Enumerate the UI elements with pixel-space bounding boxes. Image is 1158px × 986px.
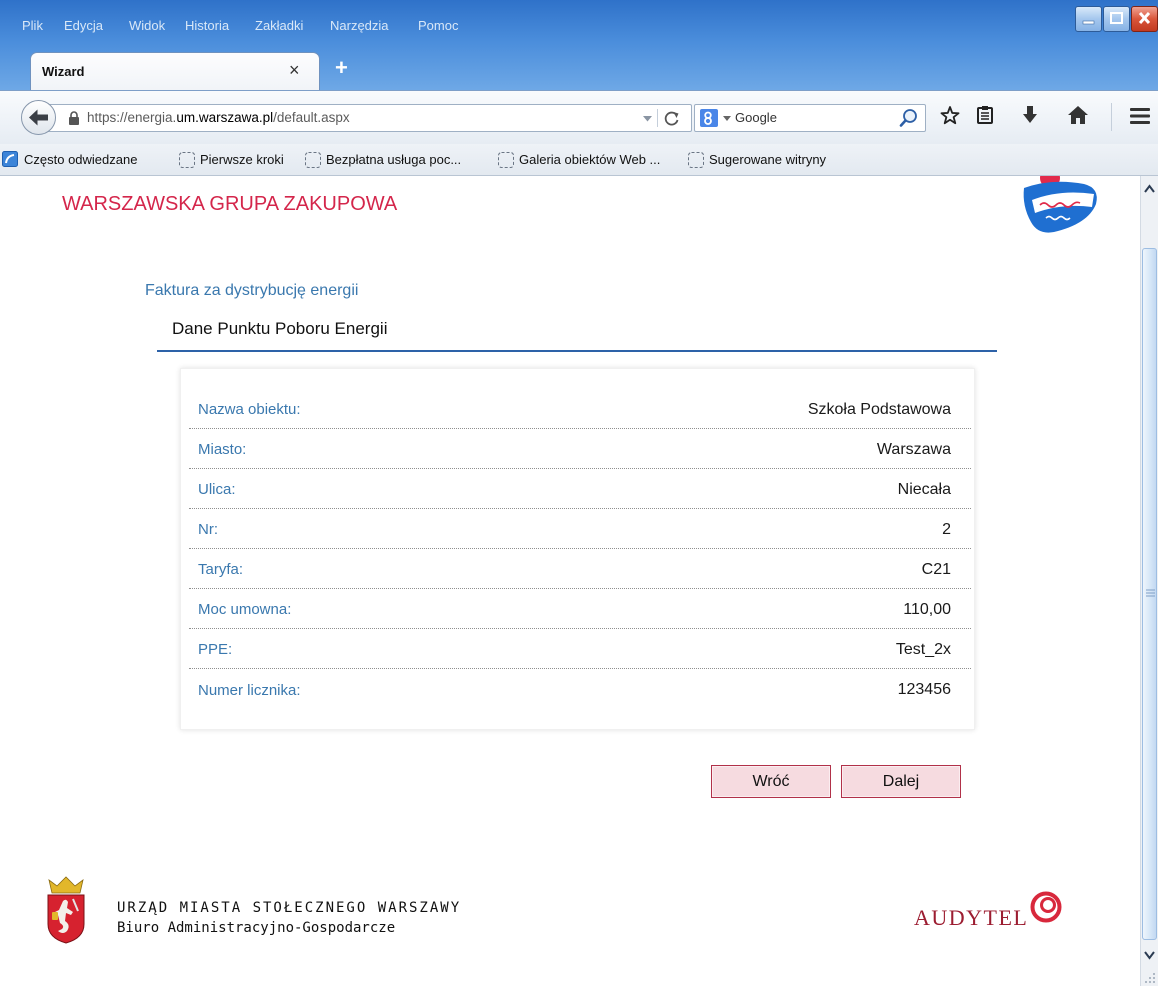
back-button[interactable] <box>20 99 57 136</box>
bookmark-label: Galeria obiektów Web ... <box>519 152 661 167</box>
home-icon[interactable] <box>1067 104 1089 126</box>
reload-icon[interactable] <box>663 110 680 127</box>
field-row-street: Ulica: Niecała <box>189 469 971 509</box>
field-label: Ulica: <box>198 481 236 498</box>
field-label: Miasto: <box>198 441 247 458</box>
field-label: PPE: <box>198 641 233 658</box>
navigation-toolbar: https://energia.um.warszawa.pl/default.a… <box>0 90 1158 144</box>
most-visited-icon <box>2 151 18 167</box>
tab-wizard[interactable]: Wizard × <box>30 52 320 90</box>
field-value: 123456 <box>897 681 951 698</box>
field-row-ppe: PPE: Test_2x <box>189 629 971 669</box>
minimize-icon <box>1082 20 1095 25</box>
partner-logo-text: AUDYTEL <box>914 905 1029 930</box>
site-title: WARSZAWSKA GRUPA ZAKUPOWA <box>62 193 398 215</box>
google-icon[interactable] <box>700 109 718 127</box>
maximize-button[interactable] <box>1103 6 1130 32</box>
metering-point-details: Nazwa obiektu: Szkoła Podstawowa Miasto:… <box>180 368 975 730</box>
menu-help[interactable]: Pomoc <box>418 18 458 33</box>
tab-label: Wizard <box>42 64 85 79</box>
field-row-number: Nr: 2 <box>189 509 971 549</box>
menu-tools[interactable]: Narzędzia <box>330 18 389 33</box>
lock-icon <box>69 111 79 125</box>
footer-department-name: Biuro Administracyjno-Gospodarcze <box>117 920 396 936</box>
field-label: Numer licznika: <box>198 681 301 699</box>
field-label: Moc umowna: <box>198 601 292 618</box>
field-value: C21 <box>921 560 951 578</box>
url-path: /default.aspx <box>273 110 350 125</box>
engine-dropdown-icon[interactable] <box>723 116 731 122</box>
bookmark-placeholder-icon <box>688 152 704 168</box>
field-list: Nazwa obiektu: Szkoła Podstawowa Miasto:… <box>189 389 971 709</box>
section-divider <box>157 350 997 352</box>
url-prefix: https://energia. <box>87 110 177 125</box>
reading-list-icon[interactable] <box>975 105 995 125</box>
field-row-tariff: Taryfa: C21 <box>189 549 971 589</box>
bookmark-placeholder-icon <box>305 152 321 168</box>
menu-history[interactable]: Historia <box>185 18 229 33</box>
minimize-button[interactable] <box>1075 6 1102 32</box>
bookmark-label: Sugerowane witryny <box>709 152 827 167</box>
campaign-logo <box>1023 176 1097 233</box>
window-title-bar: Plik Edycja Widok Historia Zakładki Narz… <box>0 0 1158 90</box>
subsection-title: Dane Punktu Poboru Energii <box>172 319 388 338</box>
section-title: Faktura za dystrybucję energii <box>145 282 359 299</box>
warsaw-coat-of-arms-icon <box>47 876 85 944</box>
bookmark-placeholder-icon <box>498 152 514 168</box>
scrollbar-thumb[interactable] <box>1142 248 1157 940</box>
download-icon[interactable] <box>1020 105 1040 125</box>
bookmark-label: Bezpłatna usługa poc... <box>326 152 462 167</box>
close-icon <box>1138 11 1151 25</box>
field-row-contracted-power: Moc umowna: 110,00 <box>189 589 971 629</box>
bookmark-placeholder-icon <box>179 152 195 168</box>
field-value: Niecała <box>897 480 951 498</box>
field-label: Nr: <box>198 521 218 538</box>
field-row-meter-number: Numer licznika: 123456 <box>189 669 971 709</box>
back-step-button[interactable]: Wróć <box>711 765 831 798</box>
search-icon[interactable] <box>899 108 919 128</box>
bookmark-label: Często odwiedzane <box>24 152 138 167</box>
scroll-up-icon[interactable] <box>1141 178 1158 200</box>
new-tab-button[interactable]: + <box>335 55 348 81</box>
toolbar-separator <box>1111 103 1112 131</box>
menu-view[interactable]: Widok <box>129 18 165 33</box>
scroll-grip-icon <box>1146 589 1155 597</box>
tab-close-button[interactable]: × <box>289 60 300 81</box>
field-row-city: Miasto: Warszawa <box>189 429 971 469</box>
history-dropdown-icon[interactable] <box>643 116 652 122</box>
field-value: Warszawa <box>876 440 951 458</box>
field-value: Test_2x <box>895 640 951 658</box>
search-bar[interactable]: Google <box>694 104 926 132</box>
field-value: 2 <box>942 520 951 538</box>
bookmark-label: Pierwsze kroki <box>200 152 284 167</box>
scroll-down-icon[interactable] <box>1141 944 1158 966</box>
bookmark-star-icon[interactable] <box>939 105 961 127</box>
menu-icon[interactable] <box>1129 106 1151 126</box>
field-label: Nazwa obiektu: <box>198 401 301 418</box>
bookmarks-toolbar: Często odwiedzane Pierwsze kroki Bezpłat… <box>0 144 1158 176</box>
menu-file[interactable]: Plik <box>22 18 43 33</box>
footer-office-name: URZĄD MIASTA STOŁECZNEGO WARSZAWY <box>117 900 462 916</box>
search-engine-label: Google <box>735 110 777 125</box>
vertical-scrollbar[interactable] <box>1140 176 1158 986</box>
field-value: 110,00 <box>903 600 951 618</box>
url-domain: um.warszawa.pl <box>176 110 274 125</box>
resize-grip-icon[interactable] <box>1144 972 1156 984</box>
menu-bookmarks[interactable]: Zakładki <box>255 18 303 33</box>
back-arrow-icon <box>21 100 56 135</box>
address-bar[interactable]: https://energia.um.warszawa.pl/default.a… <box>40 104 692 132</box>
partner-logo-ring-icon <box>1030 891 1062 923</box>
field-value: Szkoła Podstawowa <box>807 400 951 418</box>
menu-edit[interactable]: Edycja <box>64 18 103 33</box>
next-step-button[interactable]: Dalej <box>841 765 961 798</box>
field-label: Taryfa: <box>198 561 244 578</box>
address-separator <box>657 109 658 127</box>
field-row-object-name: Nazwa obiektu: Szkoła Podstawowa <box>189 389 971 429</box>
maximize-icon <box>1110 12 1123 24</box>
close-window-button[interactable] <box>1131 6 1158 32</box>
url-text[interactable]: https://energia.um.warszawa.pl/default.a… <box>87 105 350 131</box>
